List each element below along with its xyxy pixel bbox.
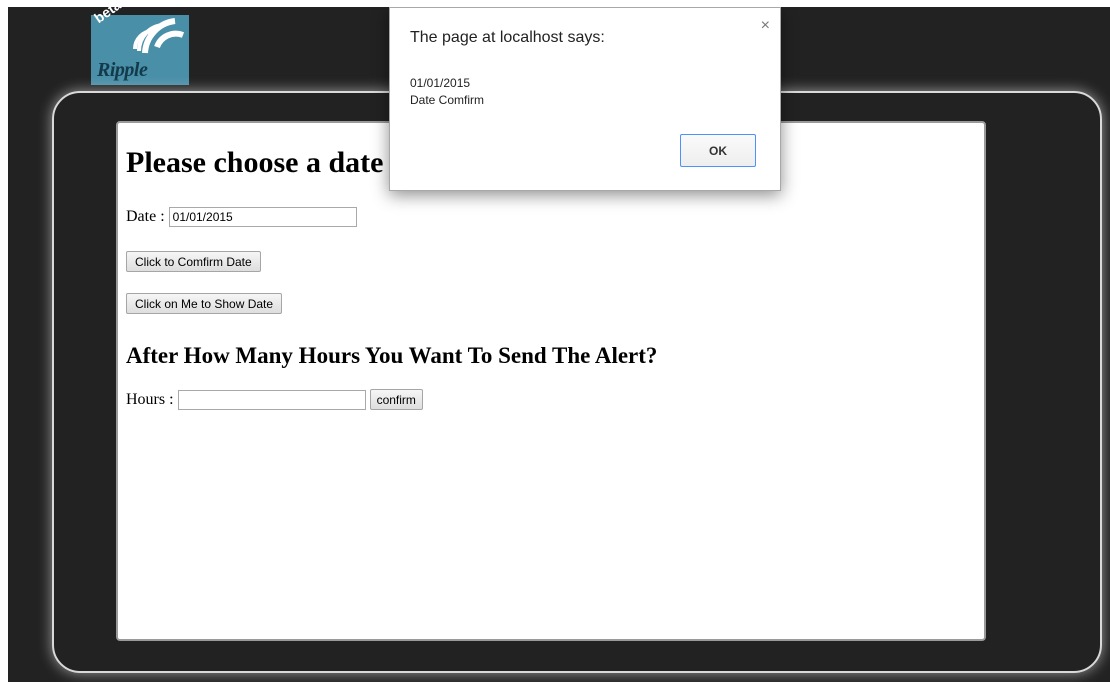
dialog-title: The page at localhost says: [410, 29, 605, 46]
ripple-wordmark: Ripple [97, 59, 148, 81]
confirm-date-row: Click to Comfirm Date [126, 251, 261, 272]
date-label: Date : [126, 208, 165, 225]
dialog-message-line: 01/01/2015 [410, 76, 471, 90]
hours-confirm-button[interactable]: confirm [369, 389, 423, 410]
hours-heading: After How Many Hours You Want To Send Th… [126, 343, 658, 368]
hours-label: Hours : [126, 390, 174, 408]
hours-input[interactable] [177, 389, 366, 410]
show-date-button[interactable]: Click on Me to Show Date [126, 293, 283, 314]
ok-button[interactable]: OK [680, 134, 756, 167]
date-row: Date : [126, 207, 357, 227]
device-screen: Please choose a date Date : Click to Com… [116, 121, 986, 641]
alert-dialog: The page at localhost says: × 01/01/2015… [389, 7, 781, 191]
dialog-message: 01/01/2015 Date Comfirm [410, 75, 484, 109]
ripple-logo: beta Ripple [83, 7, 198, 87]
show-date-row: Click on Me to Show Date [126, 293, 283, 314]
emulator-background: beta Ripple Please choose a date Date : … [8, 7, 1110, 682]
dialog-message-line: Date Comfirm [410, 93, 485, 107]
confirm-date-button[interactable]: Click to Comfirm Date [126, 251, 261, 272]
page-title: Please choose a date [126, 146, 384, 179]
hours-row: Hours : confirm [126, 389, 423, 410]
date-input[interactable] [168, 207, 357, 227]
close-icon[interactable]: × [761, 18, 770, 34]
